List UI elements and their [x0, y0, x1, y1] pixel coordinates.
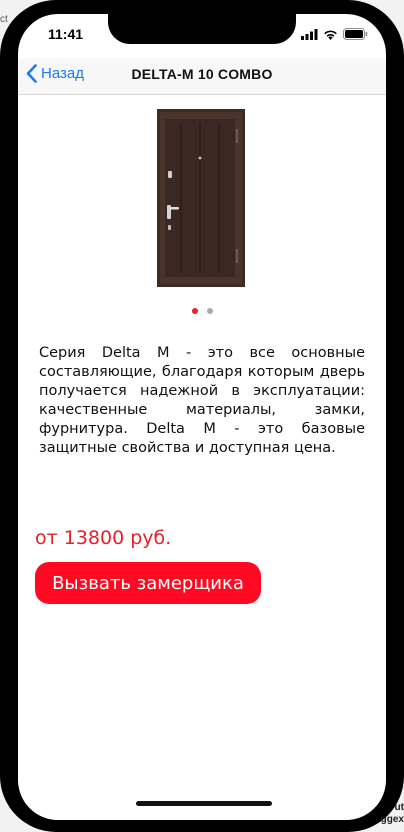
device-notch	[108, 14, 296, 44]
navigation-bar: Назад DELTA-M 10 COMBO	[18, 58, 386, 95]
pager-dot[interactable]	[206, 308, 213, 314]
status-icons	[301, 28, 368, 40]
pager-dot-active[interactable]	[191, 308, 198, 314]
product-description: Серия Delta M - это все основные составл…	[39, 345, 365, 456]
door-image[interactable]	[157, 109, 245, 287]
phone-frame: 11:41 Назад DELTA-M 10 COMBO Серия Delta…	[0, 0, 404, 832]
page-title: DELTA-M 10 COMBO	[131, 66, 273, 82]
image-pager[interactable]	[18, 308, 386, 314]
request-measurer-button[interactable]: Вызвать замерщика	[35, 562, 261, 604]
signal-icon	[301, 28, 318, 40]
background-text-left: ct	[0, 14, 8, 25]
background-text-right-line-2: ggex	[380, 814, 404, 825]
background-text-right: ut ggex	[381, 802, 404, 826]
simulator-window: ct 11:41 Назад DELTA-M 10 COMBO Серия De…	[0, 0, 404, 832]
status-time: 11:41	[48, 26, 84, 42]
app-screen: 11:41 Назад DELTA-M 10 COMBO Серия Delta…	[18, 14, 386, 820]
battery-icon	[343, 28, 368, 40]
product-price: от 13800 руб.	[35, 527, 172, 549]
background-text-right-line-1: ut	[394, 802, 404, 813]
wifi-icon	[324, 30, 337, 40]
home-indicator[interactable]	[136, 801, 272, 806]
